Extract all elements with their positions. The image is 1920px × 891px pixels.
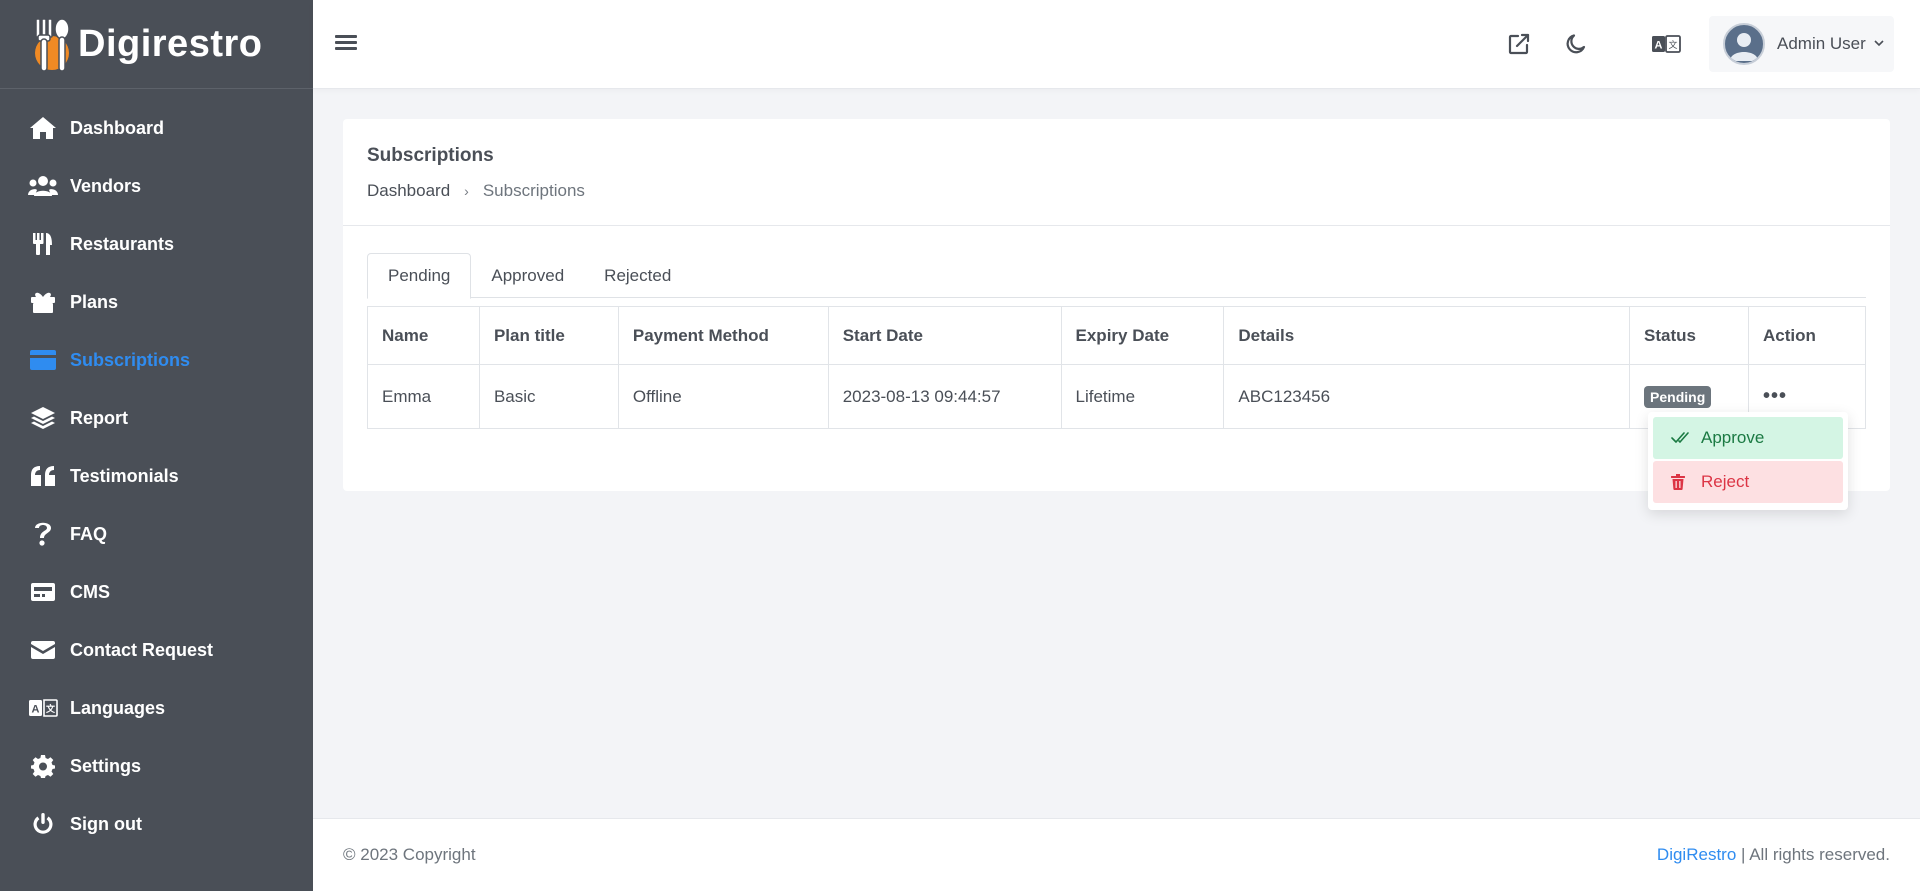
tab-approved[interactable]: Approved [471,253,584,298]
column-header-status: Status [1629,306,1749,365]
sidebar-item-dashboard[interactable]: Dashboard [0,99,313,157]
moon-icon[interactable] [1562,30,1590,58]
action-dropdown: Approve Reject [1648,412,1848,510]
layers-icon [28,406,58,430]
translate-icon: A文 [28,696,58,720]
sidebar: Digirestro Dashboard Vendors Restaurants… [0,0,313,891]
cell-start-date: 2023-08-13 09:44:57 [827,364,1062,429]
reject-label: Reject [1701,472,1750,491]
menu-toggle-icon[interactable] [335,32,357,54]
rights-text: | All rights reserved. [1741,845,1890,864]
sidebar-item-label: Sign out [70,813,142,834]
svg-text:A: A [32,704,40,716]
gift-icon [28,290,58,314]
sidebar-item-label: Settings [70,755,142,776]
table-header-row: Name Plan title Payment Method Start Dat… [367,306,1866,365]
tab-rejected[interactable]: Rejected [584,253,691,298]
breadcrumb-home-link[interactable]: Dashboard [367,181,450,201]
sidebar-item-label: Subscriptions [70,349,191,370]
sidebar-item-label: Restaurants [70,233,175,254]
sidebar-item-label: Contact Request [70,639,214,660]
approve-button[interactable]: Approve [1653,417,1843,459]
sidebar-item-report[interactable]: Report [0,389,313,447]
sidebar-item-contact-request[interactable]: Contact Request [0,621,313,679]
double-check-icon [1671,430,1691,446]
fork-spoon-logo-icon [28,15,74,73]
avatar [1723,23,1765,65]
breadcrumb-current: Subscriptions [482,181,585,200]
tab-pending[interactable]: Pending [367,253,472,299]
sidebar-item-restaurants[interactable]: Restaurants [0,215,313,273]
question-icon [28,522,58,546]
sidebar-item-label: Report [70,407,128,428]
external-link-icon[interactable] [1505,30,1533,58]
cell-details: ABC123456 [1223,364,1631,429]
power-icon [28,812,58,836]
copyright-text: © 2023 Copyright [343,845,476,864]
envelope-icon [28,638,58,662]
column-header-payment-method: Payment Method [617,306,829,365]
sidebar-item-label: FAQ [70,523,108,544]
sidebar-item-vendors[interactable]: Vendors [0,157,313,215]
footer-rights: DigiRestro | All rights reserved. [1657,845,1890,865]
utensils-icon [28,232,58,256]
users-icon [28,174,58,198]
sidebar-item-label: CMS [70,581,110,602]
sidebar-item-cms[interactable]: CMS [0,563,313,621]
svg-text:文: 文 [45,703,56,715]
cell-name: Emma [367,364,480,429]
sidebar-item-testimonials[interactable]: Testimonials [0,447,313,505]
credit-card-icon [28,348,58,372]
status-tabs: Pending Approved Rejected [367,253,1866,299]
column-header-details: Details [1223,306,1631,365]
cell-payment: Offline [617,364,829,429]
more-actions-icon[interactable]: ••• [1763,385,1787,407]
sidebar-item-sign-out[interactable]: Sign out [0,795,313,853]
brand-name: Digirestro [78,22,263,65]
sidebar-item-label: Plans [70,291,119,312]
svg-text:文: 文 [1668,39,1677,51]
cms-icon [28,580,58,604]
column-header-start-date: Start Date [827,306,1062,365]
sidebar-item-faq[interactable]: FAQ [0,505,313,563]
sidebar-nav: Dashboard Vendors Restaurants Plans Subs… [0,89,313,853]
home-icon [28,116,58,140]
approve-label: Approve [1701,428,1765,447]
sidebar-item-label: Dashboard [70,117,165,138]
card-header: Subscriptions Dashboard › Subscriptions [343,119,1890,226]
column-header-action: Action [1748,306,1866,365]
user-menu[interactable]: Admin User [1709,16,1894,72]
sidebar-item-subscriptions[interactable]: Subscriptions [0,331,313,389]
breadcrumb-separator: › [464,183,469,199]
column-header-name: Name [367,306,480,365]
sidebar-item-languages[interactable]: A文 Languages [0,679,313,737]
user-name: Admin User [1777,34,1866,53]
subscriptions-table: Name Plan title Payment Method Start Dat… [367,306,1866,429]
quote-icon [28,464,58,488]
column-header-expiry-date: Expiry Date [1060,306,1225,365]
cell-expiry-date: Lifetime [1060,364,1225,429]
sidebar-item-label: Languages [70,697,166,718]
status-badge: Pending [1644,385,1712,408]
page-title: Subscriptions [367,145,494,166]
cell-plan: Basic [478,364,619,429]
footer-brand-link[interactable]: DigiRestro [1657,845,1736,864]
svg-text:A: A [1655,40,1663,52]
gear-icon [28,754,58,778]
top-header: A文 Admin User [313,0,1920,89]
trash-icon [1671,474,1691,490]
footer: © 2023 Copyright DigiRestro | All rights… [313,818,1920,891]
reject-button[interactable]: Reject [1653,461,1843,503]
sidebar-item-label: Testimonials [70,465,179,486]
breadcrumb: Dashboard › Subscriptions [367,181,1866,201]
column-header-plan-title: Plan title [478,306,619,365]
brand[interactable]: Digirestro [0,0,313,89]
chevron-down-icon [1874,38,1884,50]
sidebar-item-settings[interactable]: Settings [0,737,313,795]
translate-icon[interactable]: A文 [1650,30,1682,58]
table-row: Emma Basic Offline 2023-08-13 09:44:57 L… [367,364,1866,429]
sidebar-item-label: Vendors [70,175,142,196]
sidebar-item-plans[interactable]: Plans [0,273,313,331]
